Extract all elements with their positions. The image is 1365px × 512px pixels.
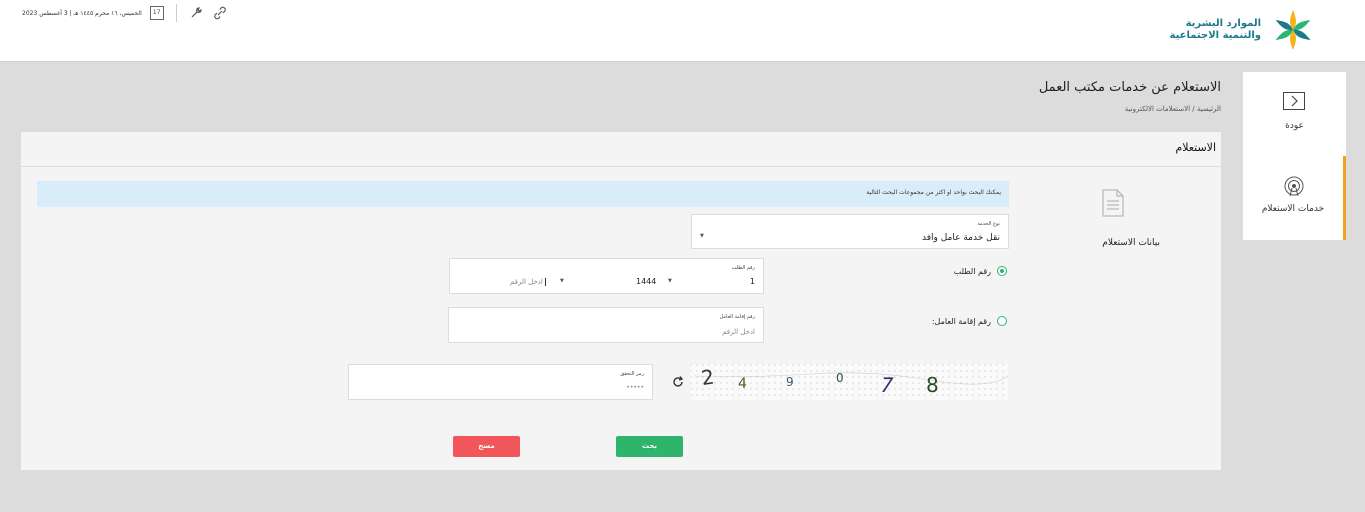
- logo-line2: والتنمية الاجتماعية: [1169, 30, 1262, 41]
- side-menu: عودة خدمات الاستعلام: [1243, 72, 1346, 240]
- chevron-down-icon: ▼: [700, 233, 704, 239]
- clear-button[interactable]: مسح: [453, 436, 520, 457]
- captcha-field[interactable]: رمز التحقق •••••: [348, 364, 653, 400]
- back-arrow-icon: [1283, 92, 1305, 110]
- calendar-day: 17: [152, 9, 161, 16]
- request-number-part1[interactable]: 1: [750, 277, 755, 286]
- document-icon: [1102, 189, 1124, 217]
- service-type-value: نقل خدمة عامل وافد: [921, 233, 1000, 243]
- refresh-icon[interactable]: [671, 375, 685, 389]
- inquiry-card: الاستعلام بيانات الاستعلام يمكنك البحث ب…: [21, 132, 1221, 470]
- chevron-down-icon[interactable]: ▼: [560, 278, 564, 284]
- sidebar-item-inquiry-services[interactable]: خدمات الاستعلام: [1243, 156, 1346, 240]
- iqama-number-radio[interactable]: رقم إقامة العامل:: [909, 316, 1007, 326]
- inquiry-data-label: بيانات الاستعلام: [1102, 238, 1160, 248]
- info-text: يمكنك البحث بواحد او اكثر من مجموعات الب…: [866, 189, 1001, 196]
- svg-text:0: 0: [836, 371, 844, 385]
- request-number-field: رقم الطلب 1 ▼ 1444 ▼ ادخل الرقم: [449, 258, 764, 294]
- radio-unchecked-icon: [997, 316, 1007, 326]
- request-number-year[interactable]: 1444: [636, 277, 656, 286]
- card-header: الاستعلام: [21, 132, 1221, 167]
- svg-text:8: 8: [926, 373, 939, 397]
- link-icon[interactable]: [213, 6, 227, 20]
- iqama-number-label: رقم إقامة العامل: [719, 314, 755, 320]
- logo-line1: الموارد البشرية: [1185, 18, 1261, 29]
- sidebar-item-back[interactable]: عودة: [1243, 72, 1346, 156]
- divider: [175, 4, 177, 22]
- chevron-down-icon[interactable]: ▼: [668, 278, 672, 284]
- calendar-icon[interactable]: 17: [149, 6, 164, 20]
- page-title: الاستعلام عن خدمات مكتب العمل: [1038, 80, 1221, 95]
- iqama-number-field[interactable]: رقم إقامة العامل ادخل الرقم: [448, 307, 764, 343]
- tools-icon[interactable]: [189, 6, 203, 20]
- sidebar-item-label: خدمات الاستعلام: [1261, 204, 1325, 214]
- captcha-placeholder: •••••: [626, 384, 644, 391]
- top-bar: الموارد البشرية والتنمية الاجتماعية الخم…: [0, 0, 1365, 62]
- request-number-input[interactable]: ادخل الرقم: [510, 278, 546, 286]
- request-number-radio-label: رقم الطلب: [953, 266, 991, 276]
- search-button[interactable]: بحث: [616, 436, 683, 457]
- inquiry-data-tab[interactable]: بيانات الاستعلام: [1024, 180, 1207, 258]
- iqama-number-placeholder: ادخل الرقم: [722, 328, 755, 336]
- sidebar-item-label: عودة: [1285, 121, 1304, 131]
- logo-star-icon: [1275, 10, 1311, 50]
- breadcrumb[interactable]: الرئيسية / الاستعلامات الالكترونية: [1125, 105, 1221, 113]
- svg-text:9: 9: [786, 375, 794, 389]
- iqama-number-radio-label: رقم إقامة العامل:: [931, 316, 991, 326]
- svg-text:4: 4: [738, 376, 747, 392]
- service-type-label: نوع الخدمة: [977, 221, 1000, 227]
- card-title: الاستعلام: [1175, 141, 1216, 154]
- broadcast-icon: [1284, 176, 1304, 197]
- ministry-logo[interactable]: الموارد البشرية والتنمية الاجتماعية: [1170, 8, 1320, 52]
- captcha-label: رمز التحقق: [620, 371, 644, 377]
- service-type-select[interactable]: نوع الخدمة نقل خدمة عامل وافد ▼: [691, 214, 1009, 249]
- captcha-image: 2 4 9 0 7 8: [690, 364, 1009, 400]
- date-text: الخميس، ١٦ محرم ١٤٤٥ هـ | 3 أغسطس 2023: [22, 9, 142, 17]
- radio-checked-icon: [997, 266, 1007, 276]
- info-banner: يمكنك البحث بواحد او اكثر من مجموعات الب…: [37, 181, 1009, 207]
- request-number-label: رقم الطلب: [731, 265, 755, 271]
- request-number-radio[interactable]: رقم الطلب: [929, 266, 1007, 276]
